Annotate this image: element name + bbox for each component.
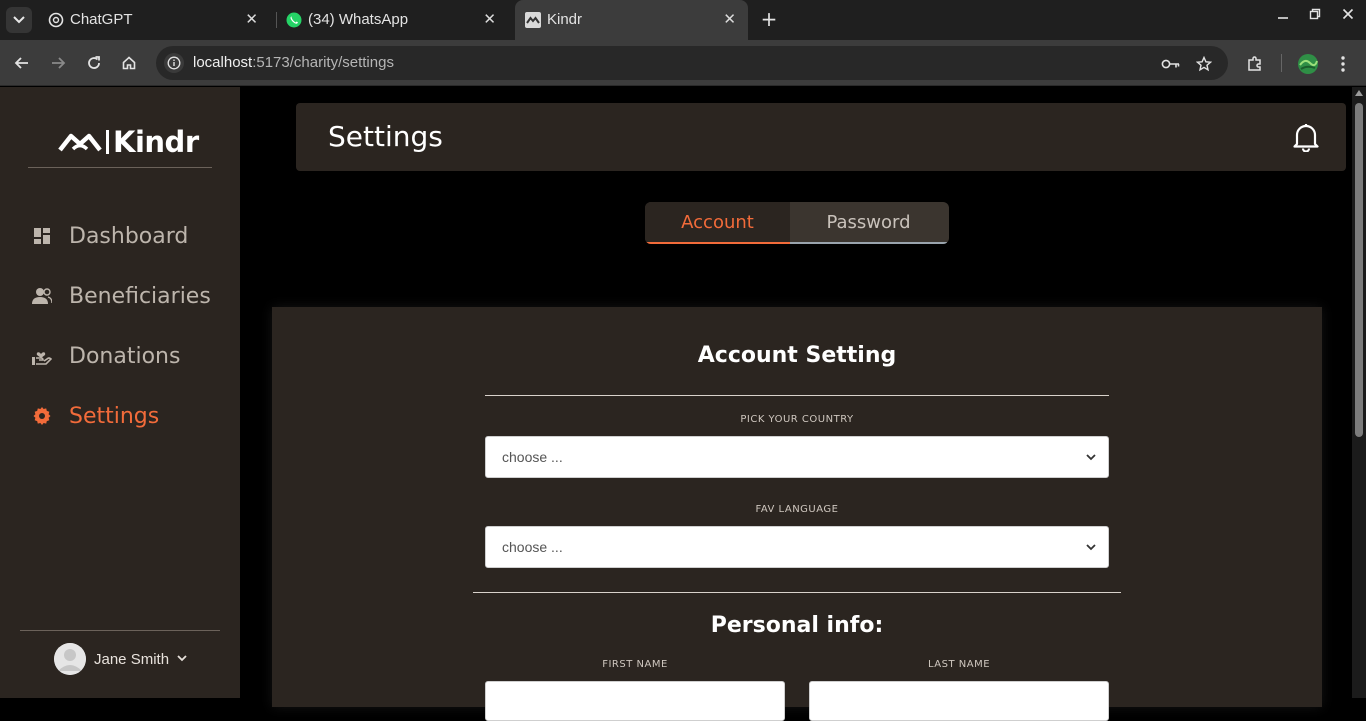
- close-icon[interactable]: ✕: [245, 10, 258, 28]
- tab-title: ChatGPT: [70, 11, 133, 28]
- country-select-value: choose ...: [502, 449, 563, 465]
- account-settings-card: Account Setting PICK YOUR COUNTRY choose…: [272, 307, 1322, 721]
- chevron-down-icon: [1084, 449, 1098, 463]
- back-arrow-icon[interactable]: [11, 52, 33, 74]
- tab-title: (34) WhatsApp: [308, 11, 409, 28]
- sidebar-item-donations[interactable]: Donations: [32, 341, 180, 371]
- browser-tab-whatsapp[interactable]: (34) WhatsApp ✕: [276, 0, 508, 40]
- page-title: Settings: [328, 120, 443, 153]
- address-bar[interactable]: localhost:5173/charity/settings: [156, 46, 1228, 80]
- reload-icon[interactable]: [83, 52, 105, 74]
- last-name-field[interactable]: [809, 681, 1109, 721]
- sidebar-item-dashboard[interactable]: Dashboard: [32, 221, 188, 251]
- sidebar-item-settings[interactable]: Settings: [32, 401, 159, 431]
- kindr-logo[interactable]: Kindr: [58, 125, 199, 159]
- restore-icon[interactable]: [1305, 8, 1325, 24]
- browser-tab-kindr[interactable]: Kindr ✕: [515, 0, 748, 40]
- settings-tabs: Account Password: [645, 202, 949, 244]
- browser-tabstrip: ChatGPT ✕ (34) WhatsApp ✕ Kindr ✕ +: [0, 0, 1366, 40]
- url-text: localhost:5173/charity/settings: [193, 54, 394, 71]
- minimize-icon[interactable]: [1273, 8, 1293, 24]
- forward-arrow-icon[interactable]: [47, 52, 69, 74]
- first-name-field[interactable]: [485, 681, 785, 721]
- sidebar-item-label: Beneficiaries: [69, 283, 211, 309]
- browser-toolbar: localhost:5173/charity/settings: [0, 40, 1366, 86]
- donations-icon: [32, 346, 52, 366]
- card-title: Account Setting: [697, 343, 897, 368]
- close-icon[interactable]: ✕: [483, 10, 496, 28]
- notification-bell-icon[interactable]: [1292, 122, 1320, 153]
- chevron-down-icon: [13, 16, 25, 24]
- sidebar-item-beneficiaries[interactable]: Beneficiaries: [32, 281, 211, 311]
- chatgpt-icon: [48, 12, 64, 28]
- page-header: Settings: [296, 103, 1346, 171]
- profile-avatar[interactable]: [1296, 52, 1320, 76]
- new-tab-button[interactable]: +: [758, 8, 780, 30]
- user-menu[interactable]: Jane Smith: [54, 643, 187, 675]
- avatar: [54, 643, 86, 675]
- more-menu-icon[interactable]: [1331, 52, 1355, 76]
- page-scrollbar[interactable]: [1352, 87, 1366, 698]
- language-select-value: choose ...: [502, 539, 563, 555]
- bookmark-star-icon[interactable]: [1194, 54, 1214, 74]
- whatsapp-icon: [286, 12, 302, 28]
- app-viewport: Kindr Dashboard Beneficiaries Donations: [0, 87, 1366, 721]
- password-key-icon[interactable]: [1161, 54, 1181, 74]
- language-select[interactable]: choose ...: [485, 526, 1109, 568]
- beneficiaries-icon: [32, 286, 52, 306]
- home-icon[interactable]: [118, 52, 140, 74]
- tab-search-button[interactable]: [6, 7, 32, 33]
- settings-gear-icon: [32, 406, 52, 426]
- sidebar-divider: [20, 630, 220, 631]
- url-path: :5173/charity/settings: [252, 54, 394, 71]
- sidebar-item-label: Donations: [69, 343, 181, 369]
- card-divider: [485, 395, 1109, 396]
- chevron-down-icon: [1084, 539, 1098, 553]
- first-name-label: FIRST NAME: [602, 659, 668, 670]
- user-name: Jane Smith: [94, 650, 170, 668]
- personal-info-title: Personal info:: [710, 613, 884, 638]
- close-icon[interactable]: ✕: [723, 10, 736, 28]
- last-name-label: LAST NAME: [927, 659, 991, 670]
- sidebar: Kindr Dashboard Beneficiaries Donations: [0, 87, 240, 698]
- site-info-icon[interactable]: [164, 53, 184, 73]
- chevron-down-icon: [177, 653, 187, 665]
- toolbar-divider: [1281, 54, 1282, 72]
- tab-account[interactable]: Account: [645, 202, 790, 244]
- tab-title: Kindr: [547, 11, 583, 28]
- country-select[interactable]: choose ...: [485, 436, 1109, 478]
- kindr-logo-icon: [58, 133, 102, 152]
- logo-separator: [106, 130, 109, 154]
- tab-password[interactable]: Password: [790, 202, 947, 244]
- close-window-icon[interactable]: [1338, 8, 1358, 24]
- country-label: PICK YOUR COUNTRY: [740, 414, 854, 425]
- extensions-puzzle-icon[interactable]: [1243, 52, 1267, 76]
- sidebar-item-label: Settings: [69, 403, 160, 429]
- logo-text: Kindr: [113, 125, 199, 159]
- language-label: FAV LANGUAGE: [755, 504, 839, 515]
- kindr-icon: [525, 12, 541, 28]
- url-host: localhost: [193, 54, 253, 71]
- scroll-up-arrow-icon[interactable]: [1355, 90, 1363, 96]
- dashboard-icon: [32, 226, 52, 246]
- logo-divider: [28, 167, 212, 168]
- sidebar-item-label: Dashboard: [69, 223, 189, 249]
- scroll-thumb[interactable]: [1355, 103, 1363, 437]
- browser-tab-chatgpt[interactable]: ChatGPT ✕: [38, 0, 270, 40]
- section-divider: [473, 592, 1121, 593]
